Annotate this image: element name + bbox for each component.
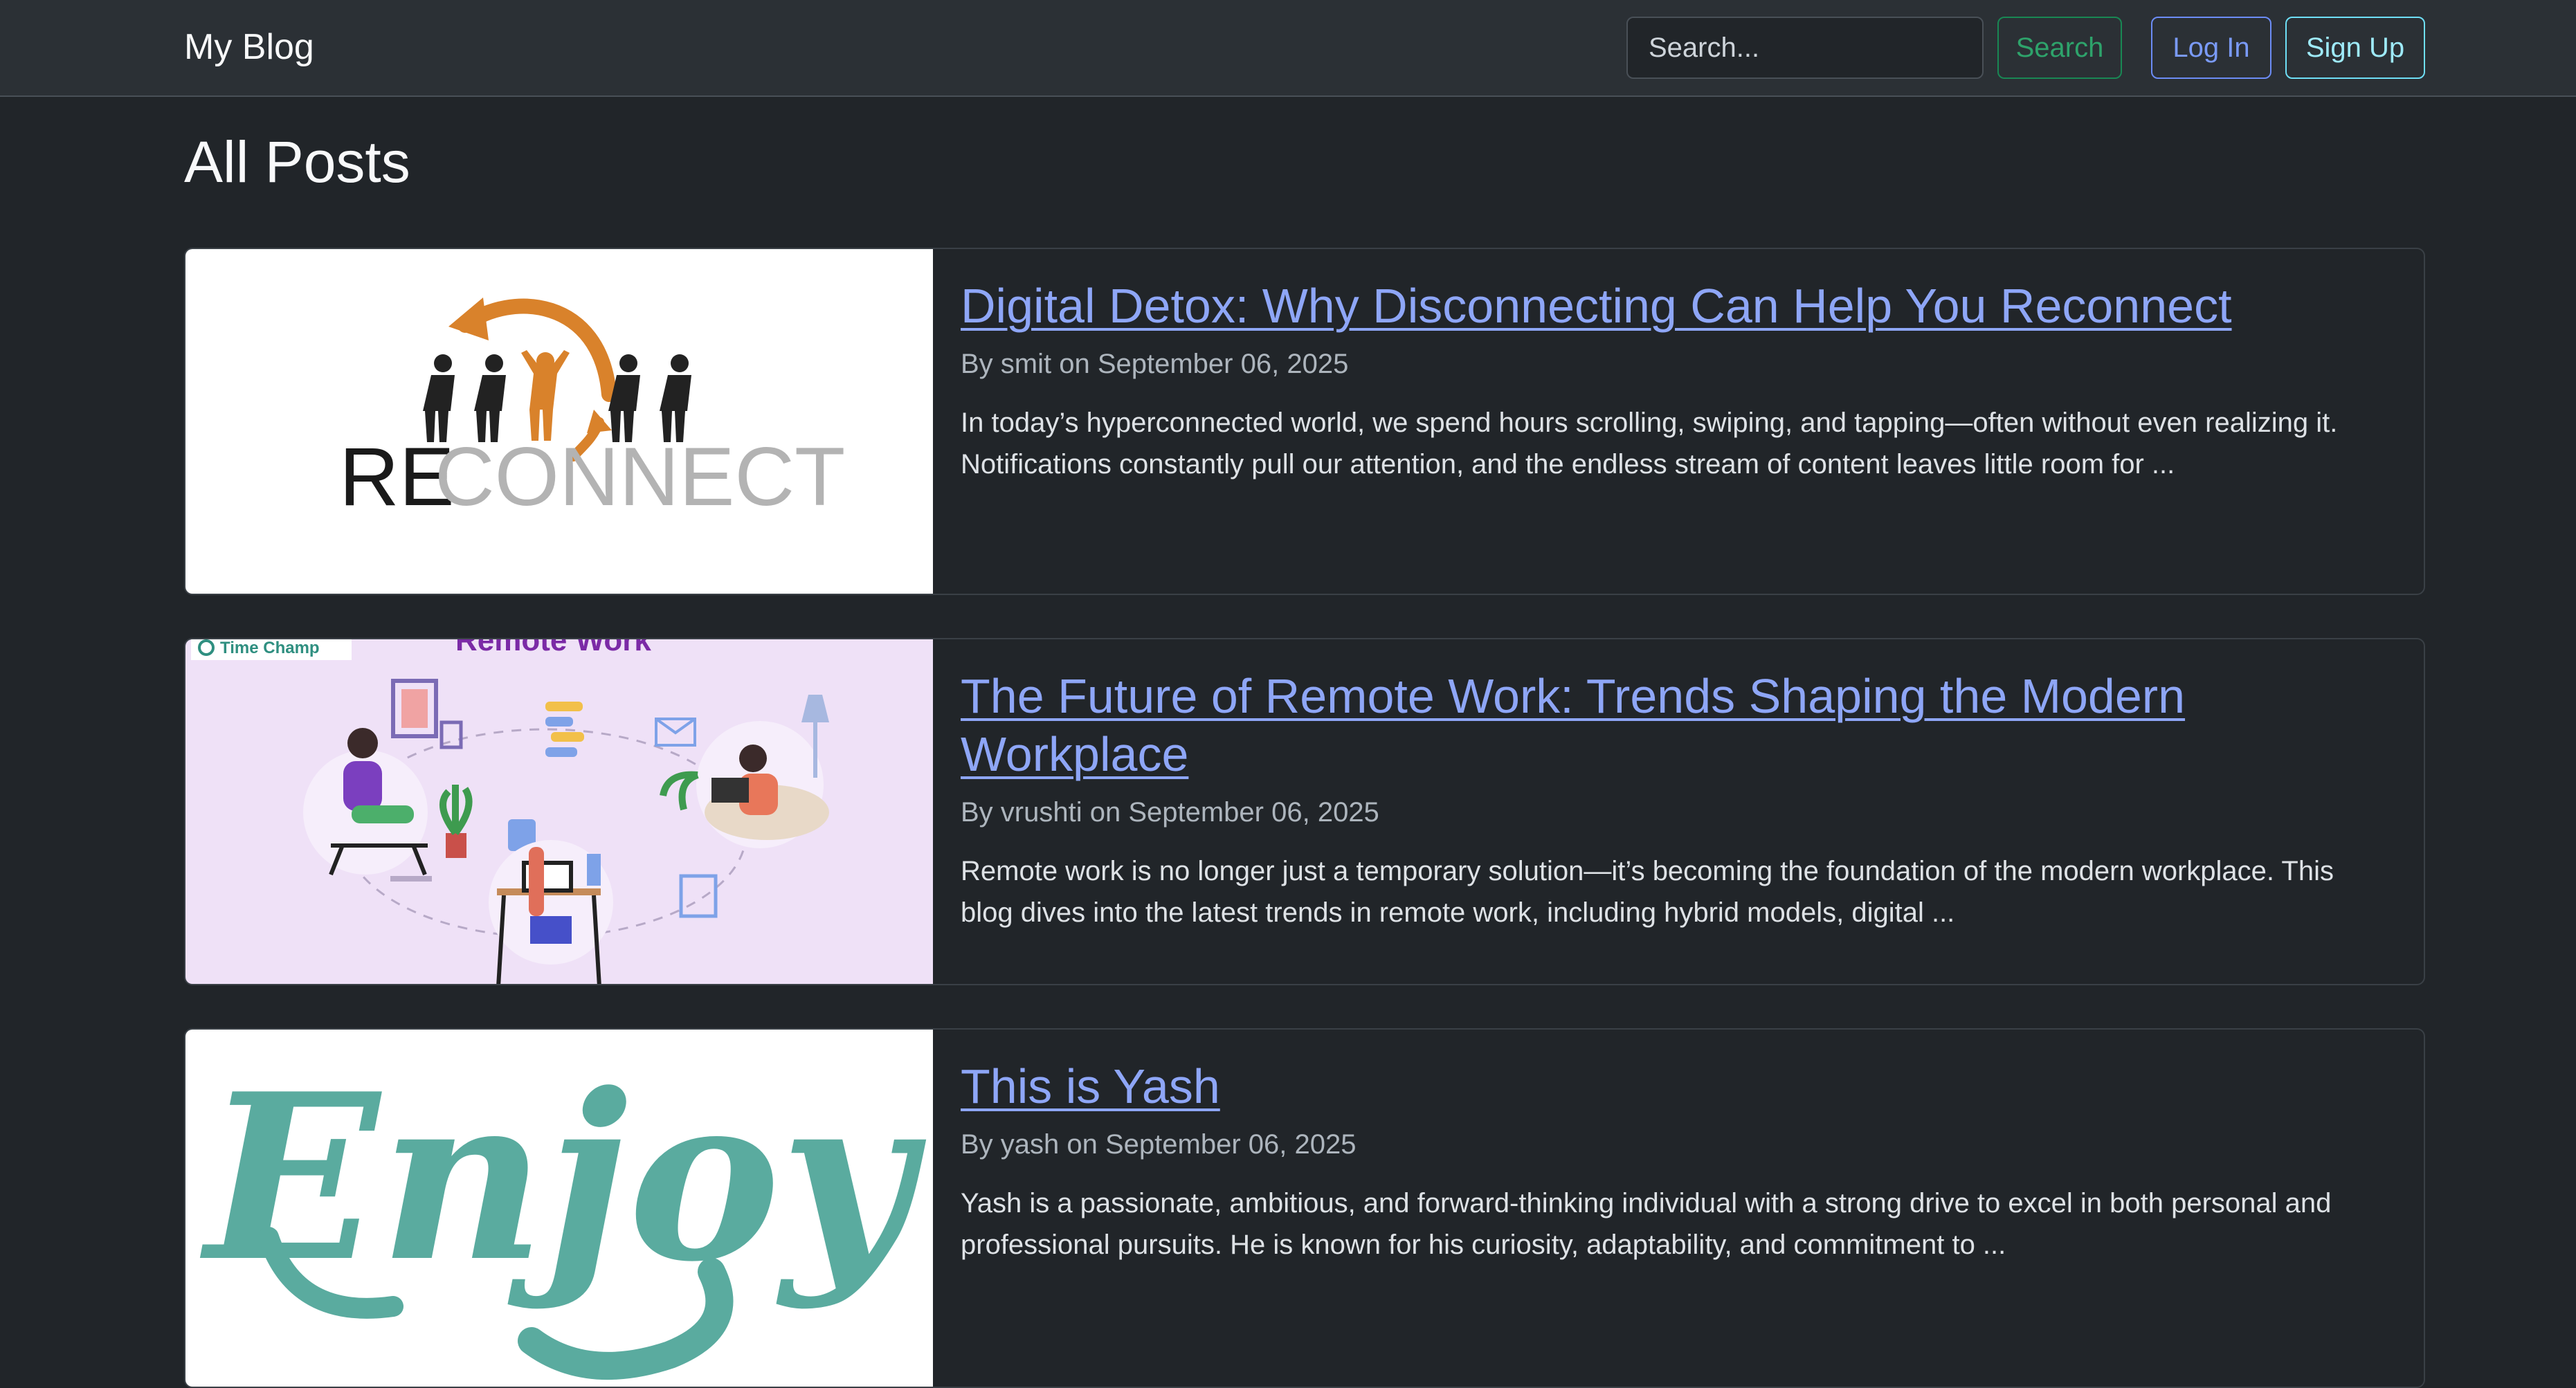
signup-button[interactable]: Sign Up [2285, 17, 2425, 79]
search-input[interactable] [1626, 17, 1984, 79]
post-meta: By yash on September 06, 2025 [961, 1129, 1357, 1160]
post-card: Time Champ Remote Work The Future of Rem… [184, 638, 2425, 985]
remote-work-heading: Remote Work [455, 639, 651, 657]
post-excerpt: Remote work is no longer just a temporar… [961, 856, 2334, 928]
post-thumbnail-reconnect: RE CONNECT [185, 249, 933, 594]
post-card-body: This is Yash By yash on September 06, 20… [961, 1057, 2382, 1266]
brand-link[interactable]: My Blog [184, 26, 314, 68]
post-thumbnail-remote-work: Time Champ Remote Work [185, 639, 933, 984]
remote-work-illustration: Time Champ Remote Work [191, 639, 829, 984]
post-title-link[interactable]: This is Yash [961, 1057, 2382, 1115]
enjoy-word: Enjoy [198, 1043, 927, 1312]
post-meta: By vrushti on September 06, 2025 [961, 797, 1379, 828]
post-meta: By smit on September 06, 2025 [961, 349, 1349, 379]
reconnect-word-light: CONNECT [435, 430, 845, 523]
reconnect-illustration: RE CONNECT [339, 298, 845, 523]
post-card-body: The Future of Remote Work: Trends Shapin… [961, 667, 2382, 933]
time-champ-logo: Time Champ [220, 639, 320, 657]
post-card-body: Digital Detox: Why Disconnecting Can Hel… [961, 277, 2382, 485]
top-navbar: My Blog Search Log In Sign Up [0, 0, 2576, 97]
page-title: All Posts [184, 129, 410, 194]
post-excerpt: In today’s hyperconnected world, we spen… [961, 408, 2338, 480]
post-title-link[interactable]: Digital Detox: Why Disconnecting Can Hel… [961, 277, 2382, 335]
post-card: Enjoy This is Yash By yash on September … [184, 1028, 2425, 1388]
post-card: RE CONNECT Digital Detox: Why Disconnect… [184, 248, 2425, 595]
post-title-link[interactable]: The Future of Remote Work: Trends Shapin… [961, 667, 2382, 783]
login-button[interactable]: Log In [2151, 17, 2271, 79]
enjoy-lettering-illustration: Enjoy [198, 1043, 927, 1380]
search-button[interactable]: Search [1997, 17, 2122, 79]
post-excerpt: Yash is a passionate, ambitious, and for… [961, 1188, 2332, 1260]
post-thumbnail-enjoy: Enjoy [185, 1030, 933, 1387]
